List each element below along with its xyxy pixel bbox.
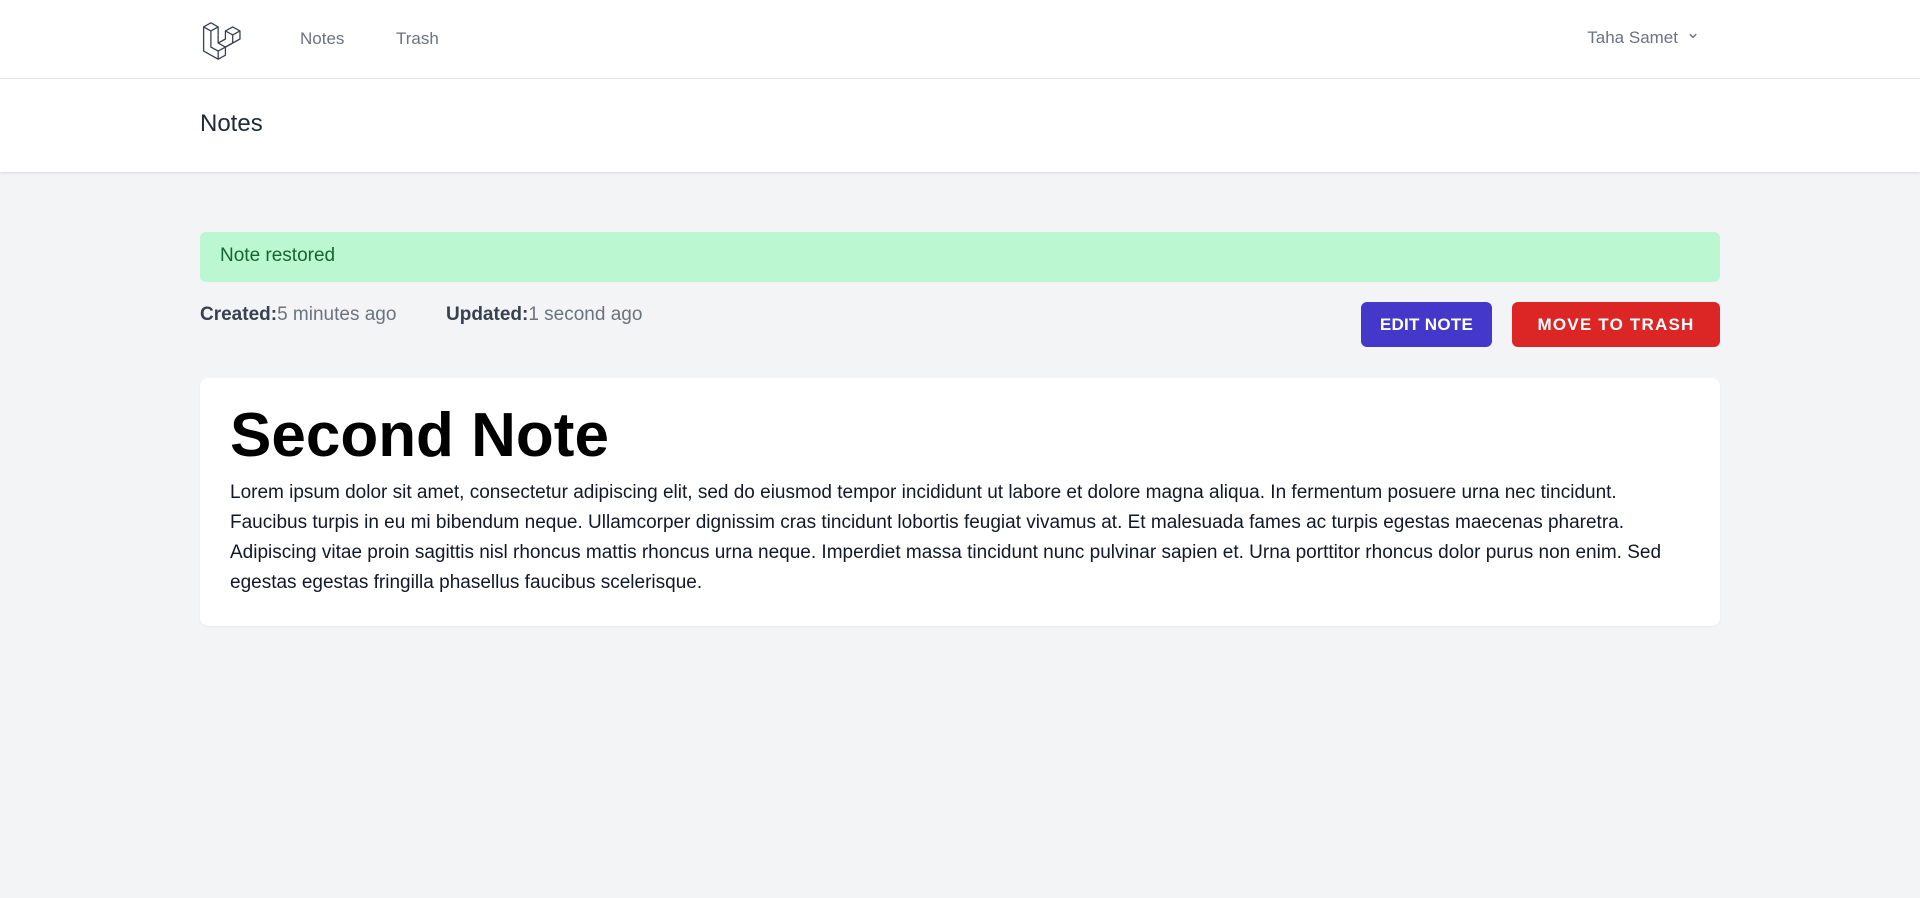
- laravel-logo-icon[interactable]: [202, 18, 244, 60]
- updated-label: Updated:: [446, 304, 529, 325]
- note-title: Second Note: [230, 401, 609, 470]
- edit-note-button[interactable]: EDIT NOTE: [1361, 302, 1492, 347]
- page-title: Notes: [200, 110, 263, 137]
- created-value: 5 minutes ago: [277, 304, 397, 325]
- page-header: Notes: [0, 79, 1920, 172]
- flash-message: Note restored: [200, 232, 1720, 282]
- chevron-down-icon: [1686, 28, 1700, 48]
- nav-link-notes[interactable]: Notes: [300, 29, 344, 49]
- nav-link-trash[interactable]: Trash: [396, 29, 439, 49]
- move-to-trash-button[interactable]: MOVE TO TRASH: [1512, 302, 1720, 347]
- user-menu-dropdown[interactable]: Taha Samet: [1587, 28, 1700, 48]
- top-navigation: Notes Trash Taha Samet: [0, 0, 1920, 79]
- created-label: Created:: [200, 304, 278, 325]
- note-body: Lorem ipsum dolor sit amet, consectetur …: [230, 482, 1662, 593]
- note-card: Second Note Lorem ipsum dolor sit amet, …: [200, 378, 1720, 626]
- updated-timestamp: Updated:1 second ago: [446, 304, 642, 326]
- user-name: Taha Samet: [1587, 28, 1678, 47]
- updated-value: 1 second ago: [528, 304, 643, 325]
- created-timestamp: Created:5 minutes ago: [200, 304, 396, 326]
